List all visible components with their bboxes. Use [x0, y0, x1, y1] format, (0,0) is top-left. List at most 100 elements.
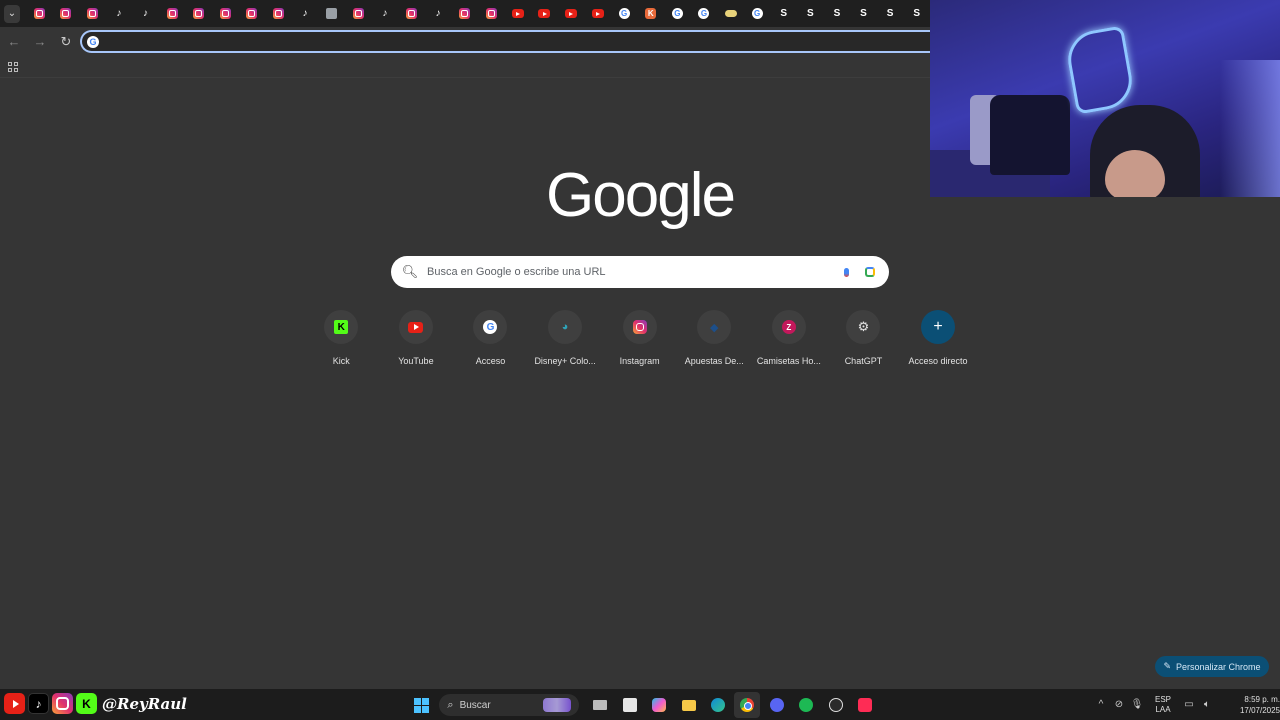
input-language[interactable]: ESP LAA [1146, 695, 1180, 715]
browser-tab[interactable]: ♪ [425, 0, 452, 27]
instagram-icon [193, 8, 205, 19]
chevron-up-icon[interactable]: ^ [1092, 699, 1110, 710]
browser-tab[interactable] [558, 0, 585, 27]
youtube-icon [408, 321, 424, 333]
shortcut-tile[interactable]: YouTube [379, 308, 454, 366]
shortcut-label: Disney+ Colo... [534, 356, 596, 366]
spotify-icon[interactable] [793, 692, 819, 718]
browser-tab[interactable] [318, 0, 345, 27]
microsoft-store-icon[interactable] [617, 692, 643, 718]
browser-tab[interactable] [265, 0, 292, 27]
shortcut-tile[interactable]: Z Camisetas Ho... [752, 308, 827, 366]
reload-icon[interactable]: ↻ [54, 30, 78, 54]
browser-tab[interactable] [239, 0, 266, 27]
microphone-icon[interactable] [839, 265, 853, 279]
language-code: ESP [1154, 694, 1171, 704]
browser-tab[interactable] [185, 0, 212, 27]
doc-icon [326, 8, 338, 19]
browser-tab[interactable] [451, 0, 478, 27]
customize-chrome-button[interactable]: ✎ Personalizar Chrome [1155, 656, 1269, 677]
shortcut-tile[interactable]: + Acceso directo [901, 308, 976, 366]
instagram-icon [86, 8, 98, 19]
browser-tab[interactable] [717, 0, 744, 27]
display-icon[interactable]: ▭ [1180, 699, 1198, 710]
youtube-icon [564, 9, 577, 18]
browser-tab[interactable]: ♪ [292, 0, 319, 27]
network-off-icon[interactable]: ⊘ [1110, 699, 1128, 710]
youtube-logo-icon [4, 693, 25, 714]
browser-tab[interactable] [398, 0, 425, 27]
browser-tab[interactable]: ♪ [132, 0, 159, 27]
browser-tab[interactable]: G [611, 0, 638, 27]
omnibox[interactable]: G [80, 30, 940, 53]
tab-list: ♪ ♪ ♪ ♪ ♪ G K G G G S S S S S S [26, 0, 930, 27]
browser-tab[interactable]: G [744, 0, 771, 27]
shortcut-tile[interactable]: ⚙ ChatGPT [826, 308, 901, 366]
browser-tab[interactable]: G [691, 0, 718, 27]
shortcut-icon-circle: K [324, 310, 359, 344]
screen: ⌄ ♪♪♪♪♪GKGGGSSSSSS ← → ↻ G Google 🔍︎ KKi… [0, 0, 1280, 720]
browser-tab[interactable]: S [903, 0, 930, 27]
tiktok-icon: ♪ [302, 7, 308, 19]
browser-tab[interactable]: ♪ [106, 0, 133, 27]
clock-date: 17/07/2025 [1239, 705, 1280, 715]
instagram-icon [459, 8, 471, 19]
browser-tab[interactable]: S [824, 0, 851, 27]
google-lens-icon[interactable] [863, 265, 877, 279]
browser-tab[interactable] [159, 0, 186, 27]
browser-tab[interactable] [52, 0, 79, 27]
browser-tab[interactable]: S [770, 0, 797, 27]
browser-tab[interactable] [26, 0, 53, 27]
browser-tab[interactable]: G [664, 0, 691, 27]
volume-icon[interactable]: 🔈︎ [1198, 699, 1216, 710]
clock[interactable]: 8:59 p. m. 17/07/2025 [1222, 694, 1280, 716]
taskbar-search[interactable]: ⌕ Buscar [439, 694, 580, 716]
shortcut-tile[interactable]: ◕ Disney+ Colo... [528, 308, 603, 366]
microphone-icon[interactable]: 🎙︎ [1128, 699, 1146, 710]
steam-icon[interactable] [823, 692, 849, 718]
browser-tab[interactable] [345, 0, 372, 27]
browser-tab[interactable]: ♪ [372, 0, 399, 27]
instagram-icon [219, 8, 231, 19]
pencil-icon: ✎ [1163, 661, 1171, 671]
letter-s-icon: S [806, 7, 814, 19]
newtab-search-box[interactable]: 🔍︎ [391, 256, 889, 288]
copilot-icon[interactable] [646, 692, 672, 718]
browser-tab[interactable] [531, 0, 558, 27]
shortcut-tile[interactable]: G Acceso [453, 308, 528, 366]
address-bar-input[interactable] [105, 34, 940, 49]
browser-tab[interactable]: K [637, 0, 664, 27]
kick-icon: K [334, 320, 349, 334]
edge-icon[interactable] [705, 692, 731, 718]
forward-arrow-icon[interactable]: → [28, 30, 52, 54]
shortcut-tile[interactable]: K Kick [304, 308, 379, 366]
browser-tab[interactable]: S [877, 0, 904, 27]
browser-tab[interactable] [478, 0, 505, 27]
discord-icon[interactable] [764, 692, 790, 718]
tiktok-app-icon[interactable] [852, 692, 878, 718]
start-windows-icon[interactable] [408, 692, 434, 718]
tab-strip: ⌄ ♪ ♪ ♪ ♪ ♪ G K G G G S S S S S S [0, 0, 930, 27]
apps-grid-icon[interactable] [8, 61, 18, 72]
browser-tab[interactable] [584, 0, 611, 27]
plus-icon: + [933, 318, 943, 335]
browser-tab[interactable] [505, 0, 532, 27]
tiktok-icon: ♪ [382, 7, 388, 19]
chrome-icon[interactable] [734, 692, 761, 718]
browser-tab[interactable]: S [797, 0, 824, 27]
back-arrow-icon[interactable]: ← [2, 30, 26, 54]
browser-tab[interactable]: S [850, 0, 877, 27]
task-view-icon[interactable] [587, 692, 613, 718]
browser-tab[interactable] [212, 0, 239, 27]
shortcut-tile[interactable]: ◆ Apuestas De... [677, 308, 752, 366]
newtab-search-input[interactable] [427, 266, 839, 278]
tab-search-chevron-icon[interactable]: ⌄ [4, 4, 20, 23]
instagram-icon [485, 8, 497, 19]
file-explorer-icon[interactable] [676, 692, 702, 718]
kick-icon: K [645, 8, 657, 19]
shortcut-tile[interactable]: Instagram [602, 308, 677, 366]
search-icon: ⌕ [447, 698, 454, 711]
z-icon: Z [781, 320, 796, 334]
taskbar: ♪ K @ReyRaul ⌕ Buscar ^ ⊘ 🎙︎ ESP LAA ▭ 🔈… [0, 689, 1280, 720]
browser-tab[interactable] [79, 0, 106, 27]
